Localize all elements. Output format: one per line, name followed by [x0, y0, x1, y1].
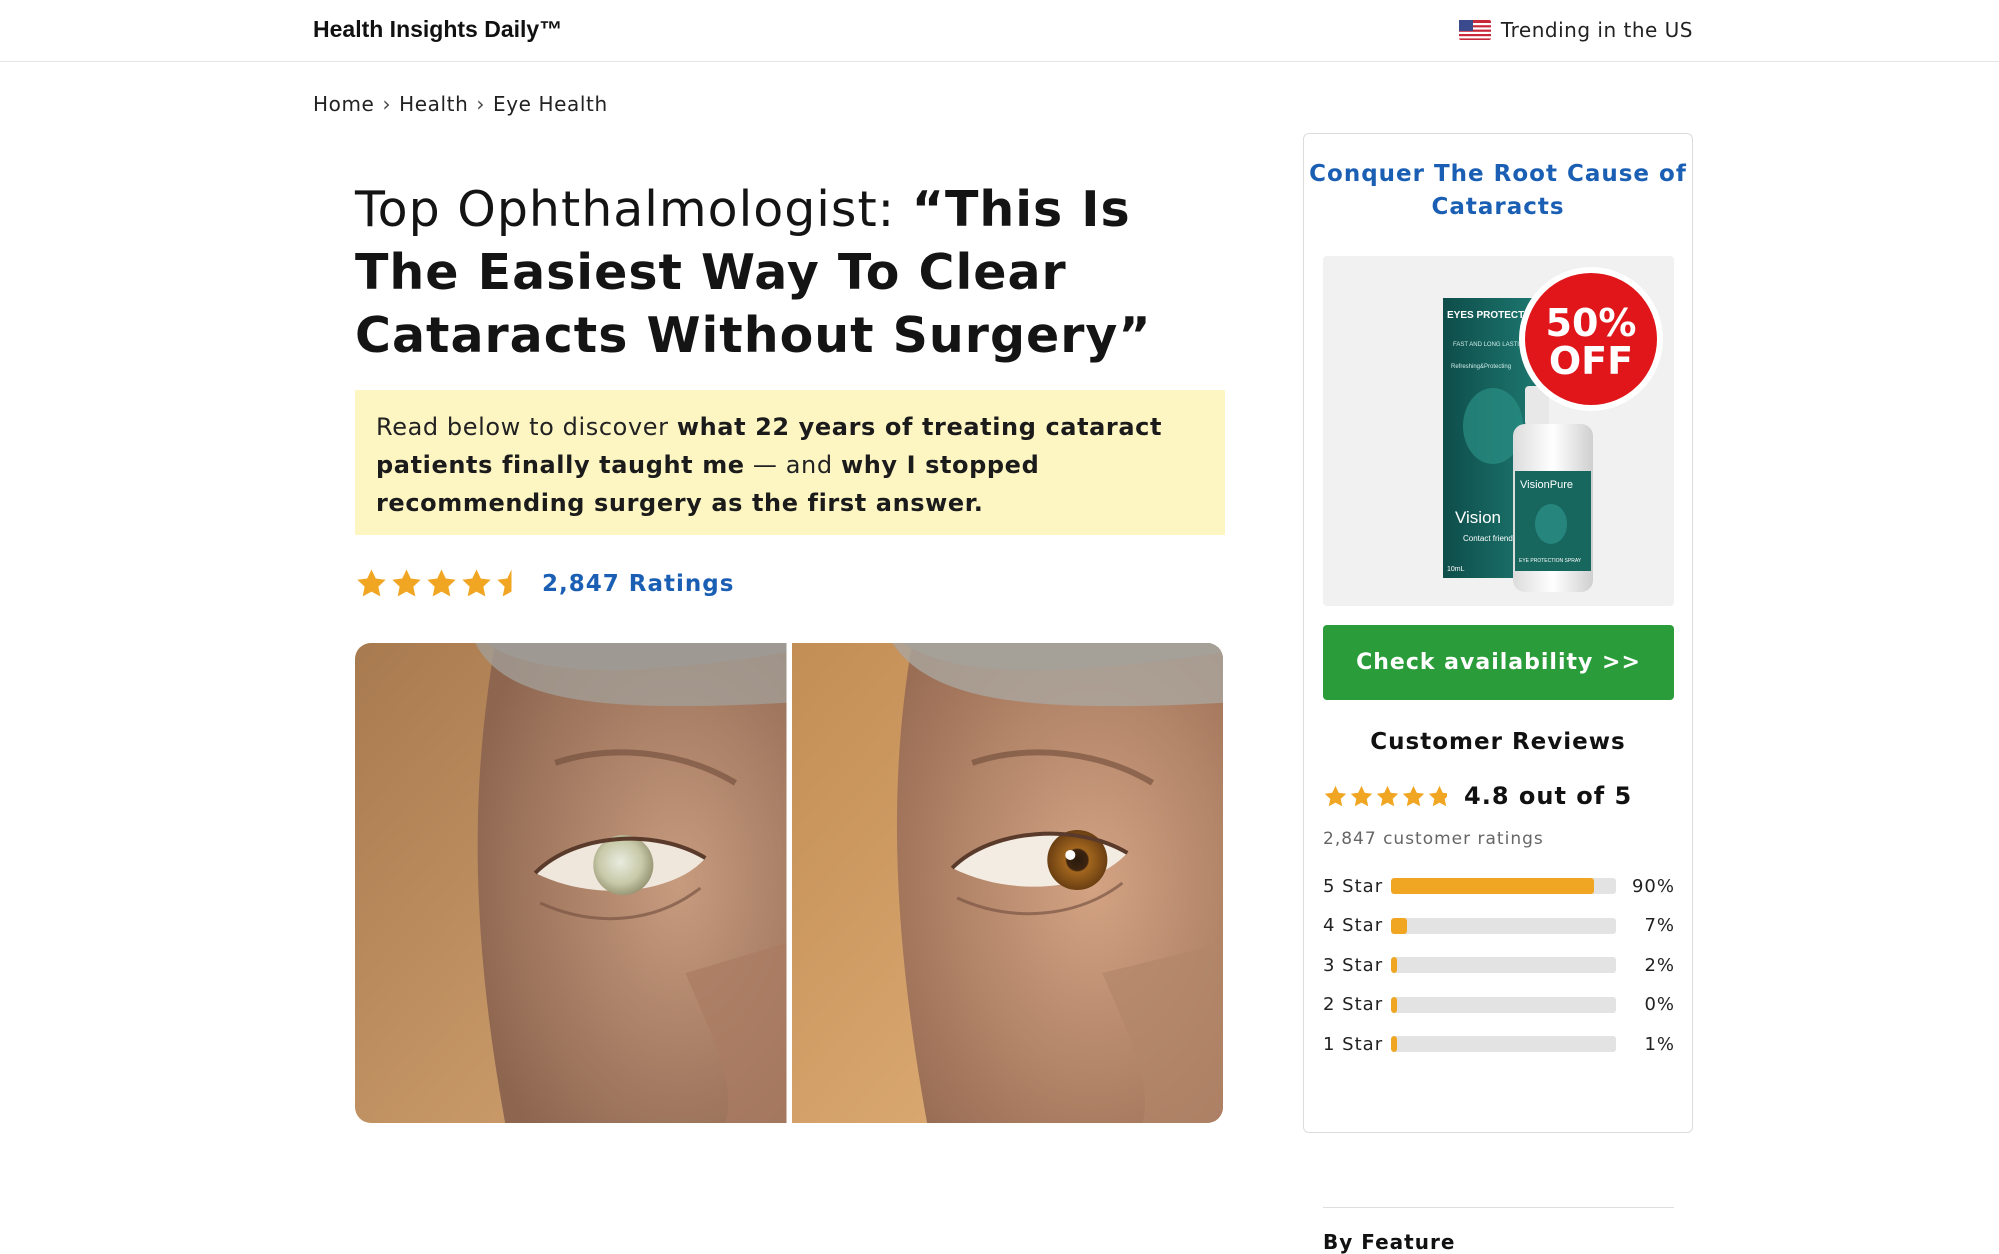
article-headline: Top Ophthalmologist: “This Is The Easies…	[355, 178, 1215, 367]
intro-text-3: — and	[744, 451, 841, 479]
score-text: 4.8 out of 5	[1464, 782, 1633, 810]
star-icon	[1402, 785, 1425, 806]
breadcrumb-eye-health[interactable]: Eye Health	[493, 92, 608, 116]
article-rating: 2,847 Ratings	[355, 567, 734, 600]
rating-bar-percent: 7%	[1644, 915, 1675, 936]
rating-bar-fill	[1391, 878, 1594, 894]
rating-bar-percent: 2%	[1644, 954, 1675, 976]
before-after-image	[355, 643, 1223, 1123]
product-image[interactable]: EYES PROTECTION SPRAY FAST AND LONG LAST…	[1323, 256, 1674, 606]
headline-prefix: Top Ophthalmologist:	[355, 181, 912, 238]
customer-reviews-heading: Customer Reviews	[1370, 729, 1626, 755]
star-icon	[392, 569, 421, 597]
rating-bar-track	[1391, 996, 1616, 1013]
star-icon	[1350, 785, 1373, 806]
rating-bar-row[interactable]: 2 Star 0%	[1323, 993, 1675, 1017]
rating-bar-track	[1391, 878, 1616, 894]
breadcrumb: Home › Health › Eye Health	[313, 92, 608, 116]
rating-bar-track	[1391, 917, 1616, 934]
by-feature-heading: By Feature	[1323, 1230, 1456, 1254]
box-brand: Vision	[1455, 508, 1501, 527]
box-note: Contact friend	[1463, 534, 1513, 543]
rating-count: 2,847 customer ratings	[1323, 829, 1544, 849]
rating-bar-label: 1 Star	[1323, 1033, 1384, 1055]
rating-bar-label: 2 Star	[1323, 994, 1384, 1015]
rating-bar-fill	[1391, 957, 1397, 973]
breadcrumb-separator: ›	[476, 92, 485, 116]
rating-bar-row[interactable]: 3 Star 2%	[1323, 953, 1675, 977]
star-icon	[1376, 785, 1399, 806]
site-logo[interactable]: Health Insights Daily™	[313, 16, 562, 43]
breadcrumb-separator: ›	[382, 92, 392, 116]
rating-bar-track	[1391, 1036, 1616, 1052]
rating-bar-percent: 1%	[1644, 1033, 1675, 1055]
rating-bar-row[interactable]: 4 Star 7%	[1323, 914, 1675, 938]
star-icon	[1324, 785, 1347, 806]
ratings-link[interactable]: 2,847 Ratings	[542, 571, 734, 597]
article-star-rating	[355, 567, 528, 600]
top-bar: Health Insights Daily™ Trending in the U…	[0, 0, 1999, 62]
product-illustration: EYES PROTECTION SPRAY FAST AND LONG LAST…	[1323, 256, 1674, 606]
sidebar-offer-card: Conquer The Root Cause of Cataracts EYES…	[1303, 133, 1693, 1254]
box-small: Refreshing&Protecting	[1451, 364, 1511, 370]
rating-bar-label: 5 Star	[1323, 875, 1384, 897]
star-icon	[462, 569, 491, 597]
rating-bar-label: 4 Star	[1323, 915, 1384, 936]
discount-badge-off: OFF	[1549, 339, 1633, 383]
rating-bar-row[interactable]: 1 Star 1%	[1323, 1032, 1675, 1056]
bottle-label: EYE PROTECTION SPRAY	[1519, 558, 1582, 564]
rating-bar-track	[1391, 957, 1616, 973]
rating-bar-fill	[1391, 1036, 1397, 1052]
rating-bar-percent: 0%	[1644, 994, 1675, 1015]
breadcrumb-home[interactable]: Home	[313, 92, 374, 116]
before-eye-image	[355, 643, 787, 1123]
star-icon	[1428, 785, 1448, 806]
bottle-brand: VisionPure	[1520, 479, 1573, 491]
rating-bar-fill	[1391, 996, 1397, 1013]
trending-label: Trending in the US	[1500, 18, 1693, 42]
star-icon	[427, 569, 456, 597]
star-icon	[497, 569, 512, 597]
star-icon	[357, 569, 386, 597]
review-score: 4.8 out of 5	[1323, 782, 1632, 810]
rating-bar-label: 3 Star	[1323, 954, 1384, 976]
intro-highlight-box: Read below to discover what 22 years of …	[355, 390, 1225, 535]
sidebar-star-rating	[1323, 784, 1452, 809]
check-availability-button[interactable]: Check availability >>	[1323, 625, 1674, 700]
trending-indicator: Trending in the US	[1458, 18, 1693, 42]
intro-text-1: Read below to discover	[376, 413, 677, 441]
rating-bar-percent: 90%	[1631, 875, 1675, 897]
breadcrumb-health[interactable]: Health	[399, 92, 468, 116]
us-flag-icon	[1458, 20, 1491, 40]
sidebar-title[interactable]: Conquer The Root Cause of Cataracts	[1304, 158, 1692, 224]
rating-bar-row[interactable]: 5 Star 90%	[1323, 874, 1675, 898]
rating-bar-fill	[1391, 917, 1407, 934]
box-volume: 10mL	[1447, 566, 1465, 573]
divider	[1323, 1207, 1674, 1208]
after-eye-image	[791, 643, 1223, 1123]
